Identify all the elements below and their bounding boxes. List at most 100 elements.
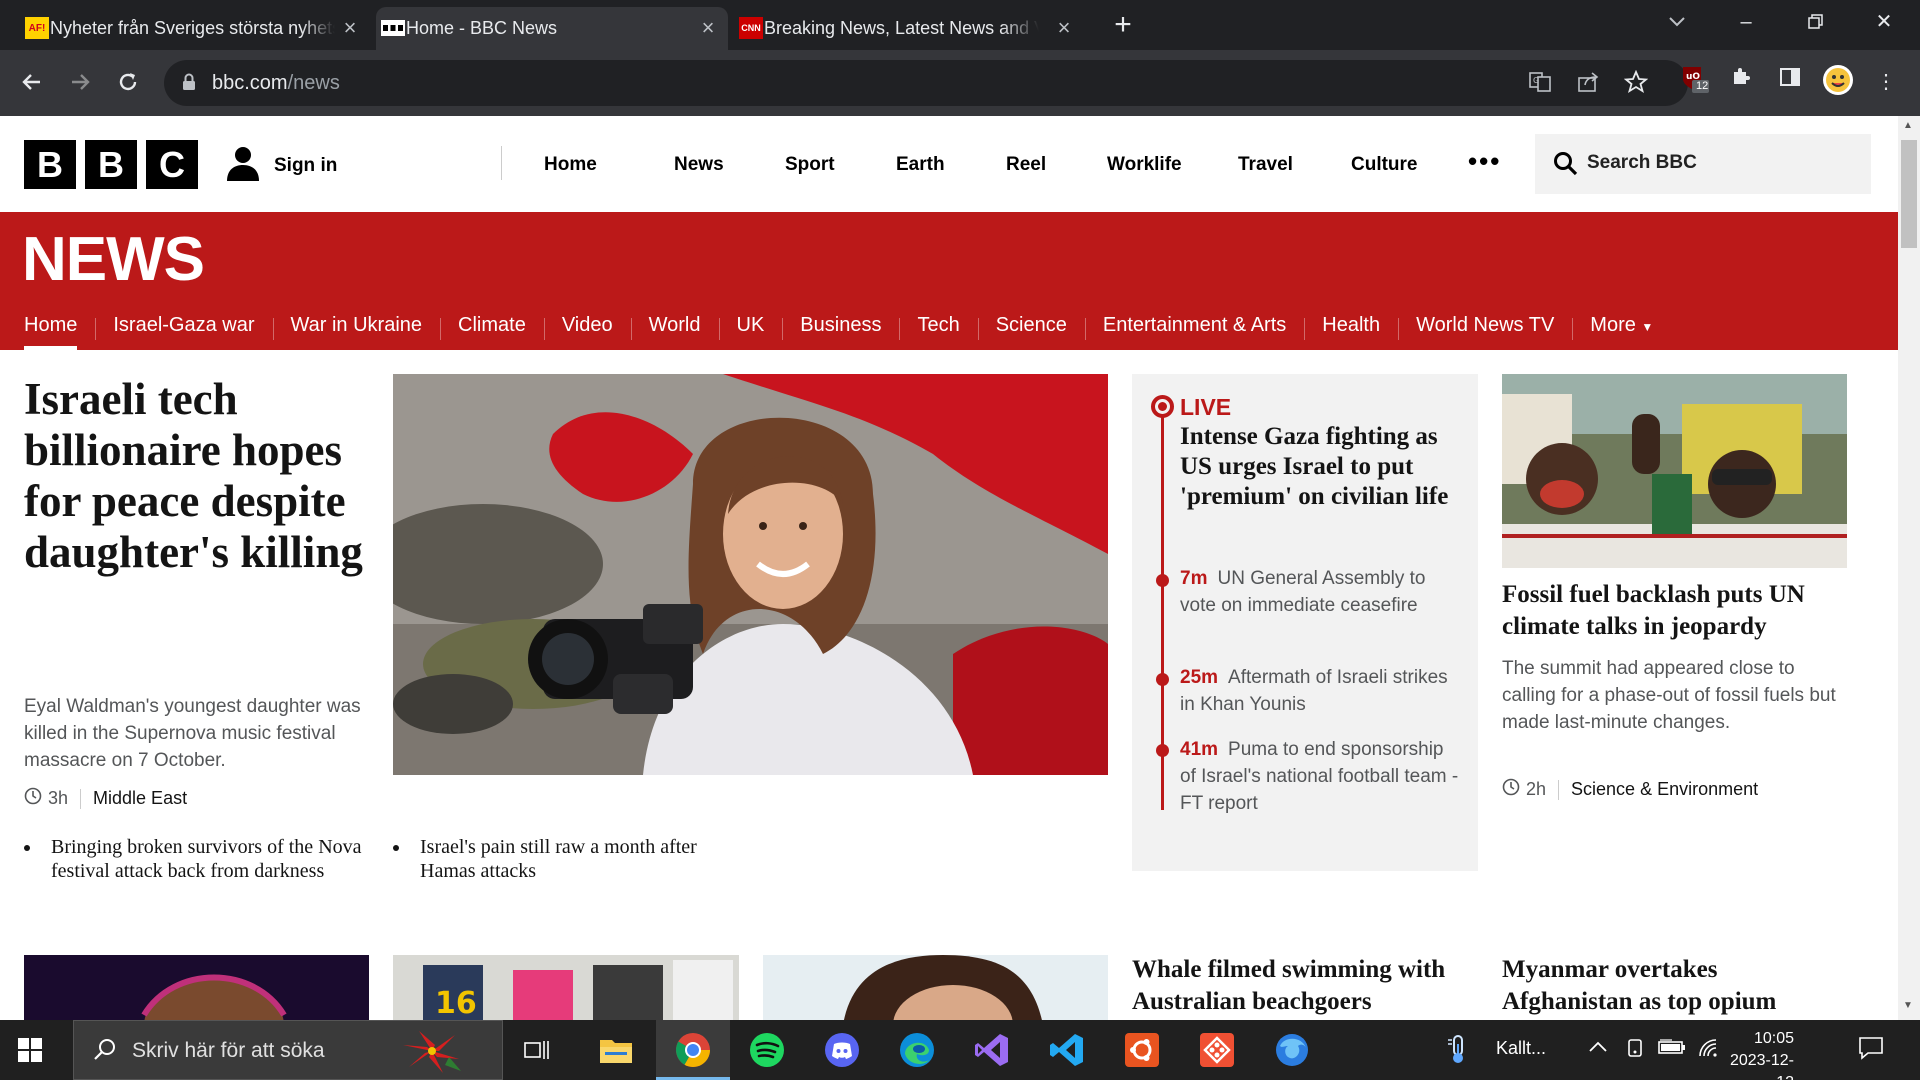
section-entertainment-arts[interactable]: Entertainment & Arts [1084,308,1304,350]
section-tech[interactable]: Tech [899,308,977,350]
related-story-link[interactable]: Israel's pain still raw a month after Ha… [393,835,723,883]
side-panel-icon[interactable] [1772,64,1808,100]
weather-text[interactable]: Kallt... [1496,1038,1546,1059]
nav-reel[interactable]: Reel [966,154,1067,176]
profile-avatar-icon[interactable] [1820,64,1856,100]
edge-icon[interactable] [897,1030,937,1070]
section-war-in-ukraine[interactable]: War in Ukraine [272,308,441,350]
section-world-news-tv[interactable]: World News TV [1398,308,1572,350]
spotify-icon[interactable] [747,1030,787,1070]
back-arrow-icon[interactable] [14,64,50,100]
section-business[interactable]: Business [782,308,899,350]
tab-aftonbladet[interactable]: AF! Nyheter från Sveriges största nyhets… [20,7,370,50]
side-story-section-link[interactable]: Science & Environment [1571,779,1758,800]
close-tab-icon[interactable]: × [696,14,720,42]
live-update-item[interactable]: 41m Puma to end sponsorship of Israel's n… [1180,736,1460,817]
story-thumbnail[interactable] [763,955,1108,1025]
section-video[interactable]: Video [543,308,631,350]
close-window-icon[interactable]: ✕ [1864,8,1904,36]
climate-protest-photo[interactable] [1502,374,1847,568]
nav-earth[interactable]: Earth [856,154,966,176]
logo-letter: C [146,140,198,189]
section-world[interactable]: World [630,308,719,350]
git-gui-icon[interactable] [1197,1030,1237,1070]
live-headline[interactable]: Intense Gaza fighting as US urges Israel… [1180,422,1460,512]
vscode-icon[interactable] [1047,1030,1087,1070]
lock-icon[interactable] [182,73,196,96]
restore-icon[interactable] [1796,8,1836,38]
live-coverage-box[interactable]: LIVE Intense Gaza fighting as US urges I… [1132,374,1478,871]
sign-in-link[interactable]: Sign in [224,144,337,188]
story-thumbnail[interactable]: 16 [393,955,739,1025]
lead-photo-woman-with-camera[interactable] [393,374,1108,775]
tab-cnn[interactable]: CNN Breaking News, Latest News and Video… [734,7,1084,50]
notifications-icon[interactable] [1858,1036,1884,1065]
extensions-puzzle-icon[interactable] [1724,64,1760,100]
firefox-icon[interactable] [1272,1030,1312,1070]
caret-down-icon: ▼ [1641,320,1654,334]
forward-arrow-icon[interactable] [62,64,98,100]
tab-bbc-news[interactable]: Home - BBC News × [376,7,728,50]
section-uk[interactable]: UK [718,308,783,350]
scroll-down-arrow-icon[interactable]: ▼ [1903,1000,1913,1011]
search-bbc-box[interactable]: Search BBC [1535,134,1871,194]
wifi-icon[interactable] [1698,1038,1718,1063]
minimize-icon[interactable]: – [1726,8,1766,36]
close-tab-icon[interactable]: × [1052,14,1076,42]
battery-icon[interactable] [1658,1038,1686,1061]
weather-thermometer-icon[interactable] [1446,1034,1470,1069]
new-tab-button[interactable]: + [1108,10,1138,40]
nav-travel[interactable]: Travel [1198,154,1311,176]
scrollbar-thumb[interactable] [1901,140,1917,248]
related-story-link[interactable]: Bringing broken survivors of the Nova fe… [24,835,374,883]
taskbar-clock[interactable]: 10:05 2023-12-12 [1718,1028,1794,1080]
chevron-up-icon[interactable] [1588,1038,1608,1059]
taskbar-search-box[interactable]: Skriv här för att söka [73,1020,503,1080]
live-dot-icon [1158,402,1167,411]
nav-worklife[interactable]: Worklife [1067,154,1198,176]
chrome-menu-icon[interactable]: ⋮ [1868,64,1904,100]
windows-start-icon[interactable] [18,1038,42,1067]
live-update-item[interactable]: 7m UN General Assembly to vote on immedia… [1180,565,1460,619]
lead-headline[interactable]: Israeli tech billionaire hopes for peace… [24,374,374,578]
story-thumbnail[interactable] [24,955,369,1025]
more-nav-button[interactable]: ••• [1468,146,1501,177]
section-more[interactable]: More ▼ [1572,308,1671,350]
nav-sport[interactable]: Sport [745,154,856,176]
live-update-item[interactable]: 25m Aftermath of Israeli strikes in Khan … [1180,664,1460,718]
section-israel-gaza-war[interactable]: Israel-Gaza war [95,308,272,350]
task-view-icon[interactable] [517,1030,557,1070]
tab-search-chevron-icon[interactable] [1668,12,1686,33]
section-home[interactable]: Home [0,308,95,350]
nav-home[interactable]: Home [520,154,635,176]
discord-icon[interactable] [822,1030,862,1070]
ublock-extension-icon[interactable]: uO 12 [1676,64,1712,100]
news-wordmark[interactable]: NEWS [22,224,205,295]
bbc-logo[interactable]: B B C [24,140,198,189]
nav-news[interactable]: News [635,154,745,176]
nav-culture[interactable]: Culture [1311,154,1431,176]
visual-studio-icon[interactable] [972,1030,1012,1070]
device-icon[interactable] [1626,1038,1644,1065]
chrome-icon[interactable] [673,1030,713,1070]
page-scrollbar[interactable]: ▲ ▼ [1898,116,1920,1020]
address-bar[interactable]: bbc.com/news G [164,60,1688,106]
section-climate[interactable]: Climate [440,308,544,350]
story-headline[interactable]: Myanmar overtakes Afghanistan as top opi… [1502,954,1842,1018]
svg-text:16: 16 [435,986,477,1021]
lead-section-link[interactable]: Middle East [93,788,187,809]
section-health[interactable]: Health [1304,308,1398,350]
story-headline[interactable]: Whale filmed swimming with Australian be… [1132,954,1472,1018]
share-icon[interactable] [1574,70,1602,98]
scroll-up-arrow-icon[interactable]: ▲ [1903,120,1913,131]
aftonbladet-favicon-icon: AF! [25,17,49,39]
search-placeholder: Search BBC [1587,152,1697,173]
side-story-headline[interactable]: Fossil fuel backlash puts UN climate tal… [1502,579,1847,643]
reload-icon[interactable] [110,64,146,100]
section-science[interactable]: Science [977,308,1085,350]
bookmark-star-icon[interactable] [1622,69,1650,98]
ubuntu-icon[interactable] [1122,1030,1162,1070]
close-tab-icon[interactable]: × [338,14,362,42]
translate-icon[interactable]: G [1526,70,1554,98]
file-explorer-icon[interactable] [596,1030,636,1070]
